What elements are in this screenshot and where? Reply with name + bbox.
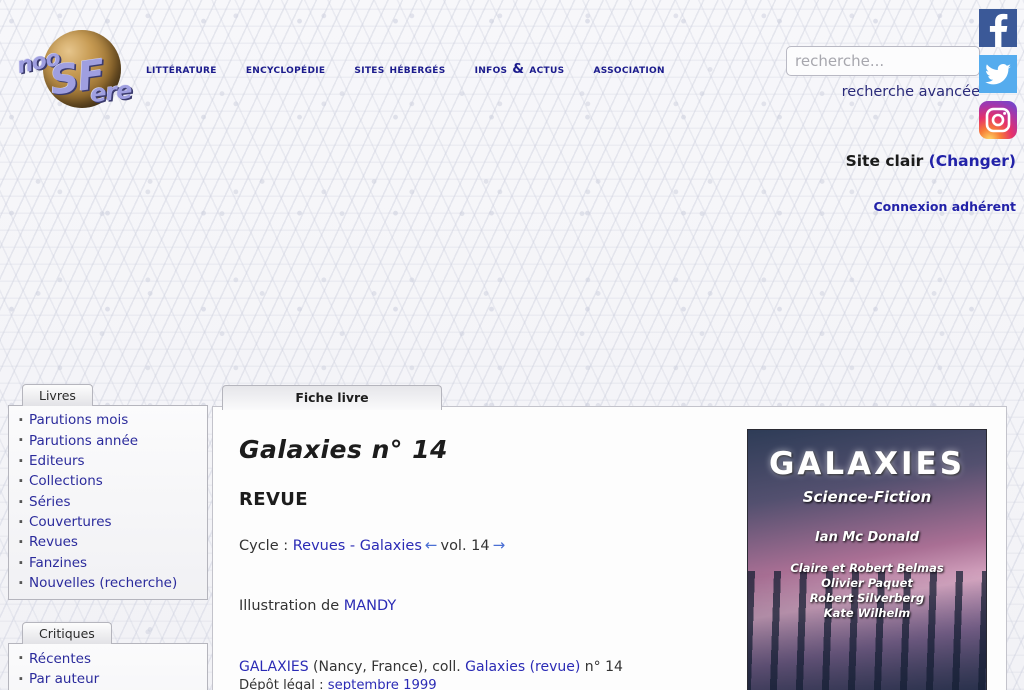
illustration-prefix: Illustration de xyxy=(239,598,344,614)
sidebar-item-parutions-mois[interactable]: Parutions mois xyxy=(9,410,207,430)
sidebar-heading-critiques: Critiques xyxy=(22,622,112,645)
cover-subtitle: Science-Fiction xyxy=(802,488,932,506)
illustrator-link[interactable]: MANDY xyxy=(344,598,397,614)
page-title: Galaxies n° 14 xyxy=(239,435,448,464)
cover-author: Ian Mc Donald xyxy=(814,530,920,545)
cycle-prefix: Cycle : xyxy=(239,538,293,554)
book-type-label: REVUE xyxy=(239,489,308,510)
sidebar-list-critiques: Récentes Par auteur Par titre Par série … xyxy=(8,643,208,690)
sidebar-item-couvertures[interactable]: Couvertures xyxy=(9,512,207,532)
nav-encyclopedie[interactable]: Encyclopédie xyxy=(246,61,325,77)
sidebar-item-series[interactable]: Séries xyxy=(9,492,207,512)
sidebar-item-recentes[interactable]: Récentes xyxy=(9,648,207,668)
sidebar-item-collections[interactable]: Collections xyxy=(9,471,207,491)
publisher-place: (Nancy, France), coll. xyxy=(308,659,466,675)
collection-link[interactable]: Galaxies (revue) xyxy=(465,659,580,675)
sidebar-item-par-auteur[interactable]: Par auteur xyxy=(9,669,207,689)
detail-depot-legal: Dépôt légal : septembre 1999 xyxy=(239,677,623,690)
sidebar-item-nouvelles-recherche[interactable]: Nouvelles (recherche) xyxy=(9,573,207,593)
site-header: noo SF ere Littérature Encyclopédie Site… xyxy=(0,0,1024,214)
twitter-icon[interactable] xyxy=(979,55,1017,93)
login-link[interactable]: Connexion adhérent xyxy=(874,199,1017,214)
sidebar-heading-livres: Livres xyxy=(22,384,93,406)
sidebar: Livres Parutions mois Parutions année Ed… xyxy=(8,384,208,690)
theme-label: Site clair xyxy=(845,152,929,170)
sidebar-item-revues[interactable]: Revues xyxy=(9,532,207,552)
facebook-icon[interactable] xyxy=(979,9,1017,47)
publication-line: GALAXIES (Nancy, France), coll. Galaxies… xyxy=(239,659,623,677)
cycle-line: Cycle : Revues - Galaxies ← vol. 14 → xyxy=(239,536,508,554)
detail-depot-legal-value[interactable]: septembre 1999 xyxy=(328,678,437,690)
sidebar-item-editeurs[interactable]: Editeurs xyxy=(9,451,207,471)
arrow-left-icon[interactable]: ← xyxy=(422,536,441,554)
theme-switch[interactable]: Site clair (Changer) xyxy=(846,152,1016,170)
main-navigation: Littérature Encyclopédie Sites hébergés … xyxy=(146,58,689,77)
cycle-link[interactable]: Revues - Galaxies xyxy=(293,538,422,554)
cover-title: GALAXIES xyxy=(768,446,966,482)
book-cover-image[interactable]: GALAXIES Science-Fiction Ian Mc Donald C… xyxy=(747,429,987,690)
book-details: GALAXIES (Nancy, France), coll. Galaxies… xyxy=(239,659,623,690)
noosfere-logo[interactable]: noo SF ere xyxy=(10,28,134,110)
sidebar-item-parutions-annee[interactable]: Parutions année xyxy=(9,430,207,450)
publisher-link[interactable]: GALAXIES xyxy=(239,659,309,675)
tab-fiche-livre[interactable]: Fiche livre xyxy=(222,385,442,410)
sidebar-item-fanzines[interactable]: Fanzines xyxy=(9,553,207,573)
social-links xyxy=(979,9,1019,147)
search-input[interactable] xyxy=(786,46,980,76)
nav-association[interactable]: Association xyxy=(593,61,664,77)
main-content-panel: Galaxies n° 14 REVUE Cycle : Revues - Ga… xyxy=(212,406,1007,690)
sidebar-list-livres: Parutions mois Parutions année Editeurs … xyxy=(8,405,208,601)
advanced-search-link[interactable]: recherche avancée xyxy=(786,84,980,100)
detail-depot-legal-label: Dépôt légal : xyxy=(239,677,328,690)
sidebar-block-critiques: Critiques Récentes Par auteur Par titre … xyxy=(8,622,208,690)
cycle-volume: vol. 14 xyxy=(440,538,490,554)
issue-number: n° 14 xyxy=(580,659,623,675)
logo-text: noo SF ere xyxy=(10,28,134,110)
cover-contributors: Claire et Robert Belmas Olivier Paquet Rob… xyxy=(790,561,944,620)
illustration-line: Illustration de MANDY xyxy=(239,598,396,614)
nav-infos-actus[interactable]: Infos & actus xyxy=(475,61,565,77)
nav-sites-heberges[interactable]: Sites hébergés xyxy=(354,61,445,77)
arrow-right-icon[interactable]: → xyxy=(490,536,509,554)
search-box xyxy=(786,46,980,76)
logo-part-ere: ere xyxy=(88,75,133,109)
theme-toggle-link[interactable]: (Changer) xyxy=(929,152,1016,170)
instagram-icon[interactable] xyxy=(979,101,1017,139)
nav-litterature[interactable]: Littérature xyxy=(146,61,217,77)
sidebar-block-livres: Livres Parutions mois Parutions année Ed… xyxy=(8,384,208,601)
